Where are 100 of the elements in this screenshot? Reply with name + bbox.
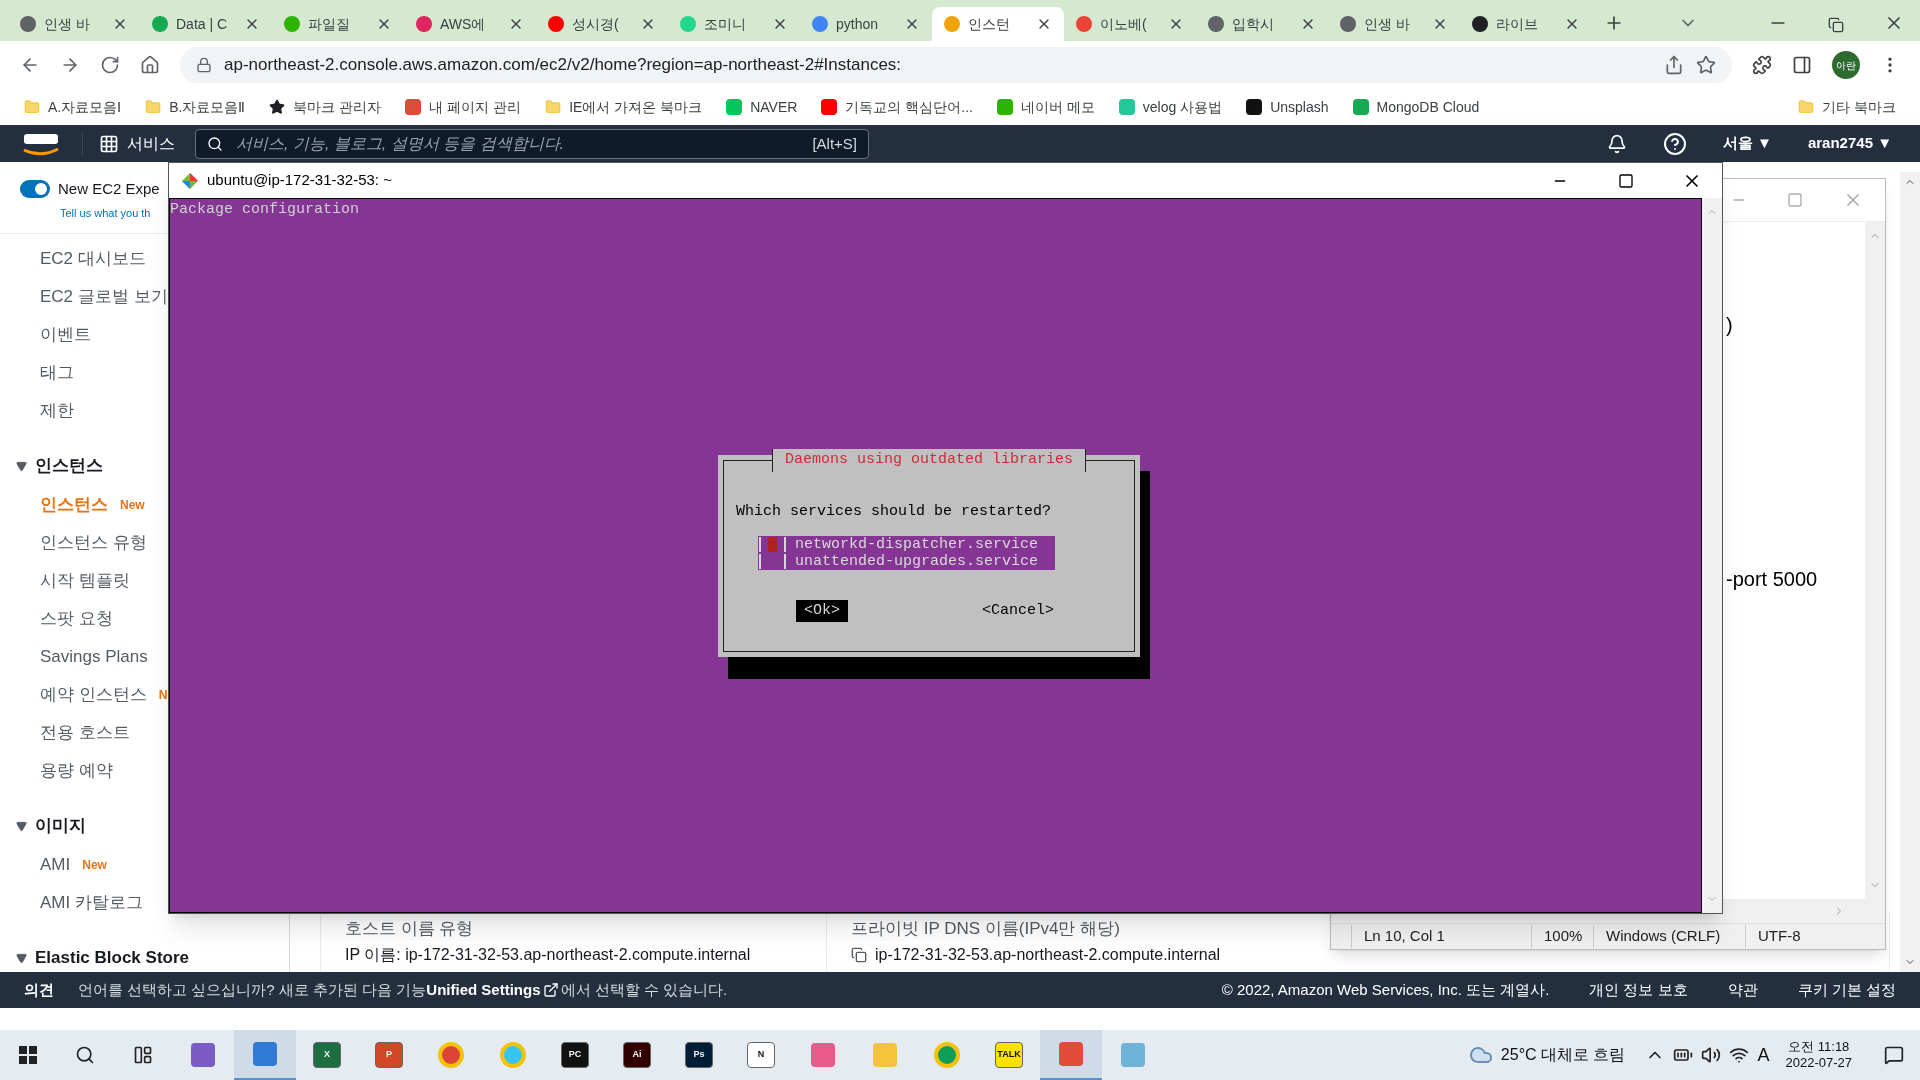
taskbar-app-button[interactable]: P: [358, 1030, 420, 1080]
bookmark[interactable]: Unsplash: [1238, 93, 1337, 121]
checklist-item[interactable]: unattended-upgrades.service: [758, 552, 1055, 570]
browser-tab[interactable]: python: [800, 7, 932, 41]
section-header[interactable]: 인스턴스: [16, 446, 103, 486]
checkbox[interactable]: [759, 553, 786, 569]
nav-item[interactable]: 시작 템플릿: [40, 568, 130, 594]
browser-tab[interactable]: 파일질: [272, 7, 404, 41]
nav-item[interactable]: EC2 대시보드: [40, 246, 146, 272]
taskbar-app-button[interactable]: Ps: [668, 1030, 730, 1080]
nav-item[interactable]: 용량 예약: [40, 758, 113, 784]
browser-tab[interactable]: 인스턴: [932, 7, 1064, 41]
taskbar-app-button[interactable]: TALK: [978, 1030, 1040, 1080]
browser-tab[interactable]: 이노베(: [1064, 7, 1196, 41]
footer-link[interactable]: 약관: [1727, 978, 1758, 1002]
nav-item[interactable]: 태그: [40, 360, 74, 386]
notifications-icon[interactable]: [1884, 1045, 1904, 1065]
browser-tab[interactable]: AWS에: [404, 7, 536, 41]
extensions-icon[interactable]: [1752, 55, 1772, 75]
folder-icon: [1798, 99, 1815, 115]
services-button[interactable]: 서비스: [82, 131, 175, 156]
nav-item[interactable]: 전용 호스트: [40, 720, 130, 746]
taskbar-app-button[interactable]: [1040, 1030, 1102, 1080]
bookmark[interactable]: 네이버 메모: [988, 93, 1103, 121]
star-icon: [269, 99, 286, 115]
nav-item[interactable]: EC2 글로벌 보기: [40, 284, 168, 310]
restore-icon[interactable]: [1828, 17, 1844, 33]
taskbar-app-button[interactable]: [234, 1030, 296, 1080]
taskbar-app-button[interactable]: X: [296, 1030, 358, 1080]
feedback-link[interactable]: Tell us what you th: [60, 204, 151, 221]
dialog-button[interactable]: <Ok>: [796, 599, 848, 622]
nav-item[interactable]: 예약 인스턴스: [40, 682, 147, 708]
side-panel-icon[interactable]: [1792, 55, 1812, 75]
nav-item[interactable]: 제한: [40, 398, 74, 424]
bookmark-star-icon[interactable]: [1696, 55, 1716, 75]
browser-tab[interactable]: 성시경(: [536, 7, 668, 41]
bookmark[interactable]: velog 사용법: [1110, 93, 1231, 121]
notice-text: 언어를 선택하고 싶으십니까? 새로 추가된 다음 기능: [78, 979, 427, 1000]
taskbar-app-button[interactable]: N: [730, 1030, 792, 1080]
bookmark[interactable]: A.자료모음Ⅰ: [16, 93, 130, 121]
profile-avatar[interactable]: 아란: [1832, 51, 1860, 79]
clock[interactable]: 오전 11:18 2022-07-27: [1785, 1038, 1852, 1072]
nav-item[interactable]: 스팟 요청: [40, 606, 113, 632]
volume-icon[interactable]: [1701, 1045, 1722, 1065]
browser-tab[interactable]: 입학시: [1196, 7, 1328, 41]
notifications-icon[interactable]: [1606, 133, 1627, 154]
browser-tab[interactable]: 인생 바: [8, 7, 140, 41]
account-menu[interactable]: aran2745 ▼: [1807, 132, 1892, 155]
field-value: IP 이름: ip-172-31-32-53.ap-northeast-2.compute.internal: [345, 945, 751, 965]
windows-icon: [19, 1046, 37, 1064]
nav-item[interactable]: Savings Plans: [40, 644, 148, 670]
browser-tab[interactable]: 인생 바: [1328, 7, 1460, 41]
app-tile-icon: X: [313, 1042, 341, 1068]
bookmark[interactable]: 북마크 관리자: [261, 93, 390, 121]
tab-title: 인스턴: [968, 14, 1011, 34]
bookmark[interactable]: IE에서 가져온 북마크: [537, 93, 711, 121]
bookmark[interactable]: MongoDB Cloud: [1344, 93, 1488, 121]
checkbox[interactable]: [759, 536, 786, 552]
bookmark[interactable]: NAVER: [718, 93, 806, 121]
new-label: New: [120, 497, 145, 514]
caret-icon: [16, 820, 27, 832]
lock-icon: [196, 57, 212, 73]
region-menu[interactable]: 서울 ▼: [1722, 132, 1772, 155]
reload-icon[interactable]: [100, 55, 120, 75]
app-tile-icon: PC: [561, 1042, 589, 1068]
section-header[interactable]: 이미지: [16, 806, 86, 846]
browser-tab[interactable]: 조미니: [668, 7, 800, 41]
bookmark[interactable]: B.자료모음Ⅱ: [137, 93, 254, 121]
bookmark[interactable]: 기독교의 핵심단어...: [813, 93, 981, 121]
feedback-button[interactable]: 의견: [24, 978, 54, 1002]
nav-item[interactable]: 인스턴스 유형: [40, 530, 147, 556]
browser-tab[interactable]: Data | C: [140, 7, 272, 41]
task-view-icon[interactable]: [133, 1045, 153, 1065]
dialog-button[interactable]: <Cancel>: [974, 599, 1062, 622]
nav-item[interactable]: AMI: [40, 852, 71, 878]
taskbar-app-button[interactable]: Ai: [606, 1030, 668, 1080]
maximize-icon[interactable]: [1618, 172, 1634, 189]
settings-link[interactable]: Unified Settings: [426, 978, 541, 1002]
home-icon[interactable]: [140, 55, 160, 75]
taskbar-app-button[interactable]: PC: [544, 1030, 606, 1080]
toggle-switch[interactable]: [20, 180, 50, 199]
bookmark[interactable]: 기타 북마크: [1790, 93, 1904, 121]
help-icon[interactable]: [1662, 131, 1687, 156]
section-header[interactable]: Elastic Block Store: [16, 938, 189, 972]
footer-link[interactable]: 쿠키 기본 설정: [1797, 978, 1896, 1002]
nav-item[interactable]: 이벤트: [40, 322, 91, 348]
search-icon[interactable]: [75, 1045, 95, 1065]
tab-title: 라이브: [1496, 14, 1539, 34]
share-icon[interactable]: [1664, 55, 1684, 75]
footer-link[interactable]: 개인 정보 보호: [1589, 978, 1688, 1002]
nav-item[interactable]: AMI 카탈로그: [40, 890, 143, 916]
input-method-indicator[interactable]: A: [1757, 1041, 1770, 1069]
browser-tab[interactable]: 라이브: [1460, 7, 1592, 41]
bookmark[interactable]: 내 페이지 관리: [397, 93, 530, 121]
weather-text[interactable]: 25°C 대체로 흐림: [1500, 1043, 1626, 1067]
checklist-item[interactable]: networkd-dispatcher.service: [758, 535, 1055, 553]
dialog-title: Daemons using outdated libraries: [771, 449, 1086, 472]
copy-icon[interactable]: [851, 947, 867, 963]
wifi-icon[interactable]: [1729, 1045, 1750, 1065]
address-bar[interactable]: ap-northeast-2.console.aws.amazon.com/ec2/v2/home?region=ap-northeast-2#Instances:: [180, 47, 1732, 83]
